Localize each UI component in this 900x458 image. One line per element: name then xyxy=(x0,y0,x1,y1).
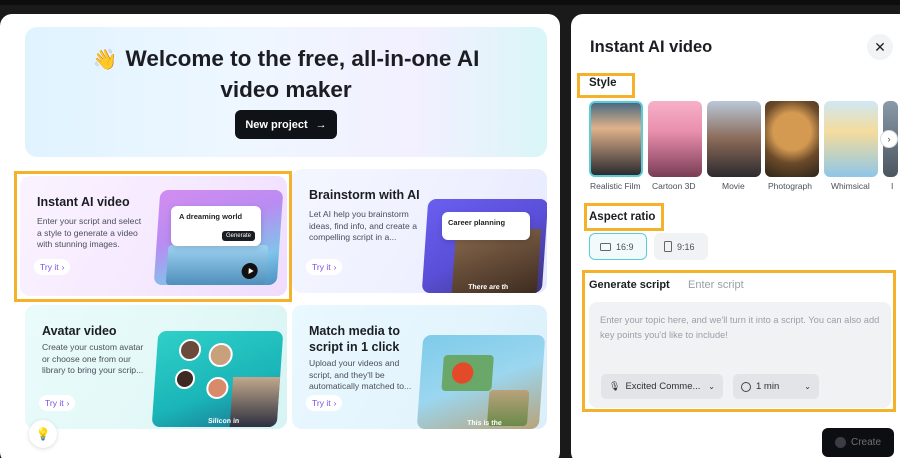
style-label-realistic-film: Realistic Film xyxy=(590,181,641,191)
tone-dropdown[interactable]: 🎙 Excited Comme... ⌄ xyxy=(601,374,723,399)
try-it-link[interactable]: Try it › xyxy=(306,259,343,275)
chevron-down-icon: ⌄ xyxy=(804,382,811,391)
avatar xyxy=(174,369,196,389)
prompt-chip: Career planning xyxy=(442,212,530,240)
fruit-photo xyxy=(441,355,494,391)
spark-icon xyxy=(834,437,846,448)
highlight-style xyxy=(577,73,635,98)
avatar xyxy=(205,377,230,399)
close-button[interactable]: ✕ xyxy=(867,34,893,60)
chevron-down-icon: ⌄ xyxy=(708,382,715,391)
chevron-right-icon: › xyxy=(887,134,891,144)
duration-dropdown[interactable]: 1 min ⌄ xyxy=(733,374,819,399)
close-icon: ✕ xyxy=(874,38,886,55)
clock-icon xyxy=(741,381,751,392)
card-illustration: This is the xyxy=(416,335,546,429)
card-description: Upload your videos and script, and they'… xyxy=(309,358,412,391)
card-title: Brainstorm with AI xyxy=(309,188,420,202)
card-illustration: Silicon in xyxy=(151,331,284,427)
style-movie[interactable] xyxy=(707,101,761,177)
card-match-media[interactable]: Match media to script in 1 click Upload … xyxy=(292,305,547,429)
create-button[interactable]: Create xyxy=(822,428,894,457)
page-title: 👋 Welcome to the free, all-in-one AI vide… xyxy=(92,46,480,102)
landscape-icon xyxy=(600,242,611,251)
style-realistic-film[interactable] xyxy=(589,101,643,177)
card-description: Create your custom avatar or choose one … xyxy=(42,342,144,375)
aspect-9-16-option[interactable]: 9:16 xyxy=(654,233,708,260)
portrait-icon xyxy=(664,241,672,252)
chevron-right-icon: › xyxy=(333,262,337,272)
try-it-link[interactable]: Try it › xyxy=(306,395,343,411)
lightbulb-icon[interactable]: 💡 xyxy=(29,420,57,448)
try-it-link[interactable]: Try it › xyxy=(39,395,76,411)
panel-title: Instant AI video xyxy=(590,38,713,56)
card-brainstorm-ai[interactable]: Brainstorm with AI Let AI help you brain… xyxy=(292,169,547,293)
style-label-photograph: Photograph xyxy=(768,181,812,191)
tab-generate-script[interactable]: Generate script xyxy=(589,279,670,291)
card-title: Match media to script in 1 click xyxy=(309,324,400,354)
highlight-instant-ai-video xyxy=(14,171,292,302)
style-photograph[interactable] xyxy=(765,101,819,177)
arrow-right-icon: → xyxy=(315,118,327,131)
highlight-aspect-ratio xyxy=(584,203,664,231)
top-bar xyxy=(0,0,900,5)
card-title: Avatar video xyxy=(42,324,117,338)
instant-ai-video-panel: Instant AI video ✕ Style › Realistic Fil… xyxy=(571,14,900,458)
style-label-more: I xyxy=(891,181,894,191)
style-label-cartoon-3d: Cartoon 3D xyxy=(652,181,696,191)
tab-enter-script[interactable]: Enter script xyxy=(688,279,744,291)
style-label-movie: Movie xyxy=(722,181,745,191)
style-next-button[interactable]: › xyxy=(880,130,898,148)
new-project-button[interactable]: New project → xyxy=(235,110,337,139)
chevron-right-icon: › xyxy=(66,398,70,408)
style-label-whimsical: Whimsical xyxy=(831,181,870,191)
style-whimsical[interactable] xyxy=(824,101,878,177)
avatar xyxy=(178,339,202,361)
card-description: Let AI help you brainstorm ideas, find i… xyxy=(309,209,417,242)
chevron-right-icon: › xyxy=(333,398,337,408)
microphone-icon: 🎙 xyxy=(609,381,621,391)
card-avatar-video[interactable]: Avatar video Create your custom avatar o… xyxy=(25,305,287,429)
aspect-16-9-option[interactable]: 16:9 xyxy=(589,233,647,260)
style-cartoon-3d[interactable] xyxy=(648,101,702,177)
avatar xyxy=(207,343,234,367)
waving-hand-icon: 👋 xyxy=(92,49,118,71)
